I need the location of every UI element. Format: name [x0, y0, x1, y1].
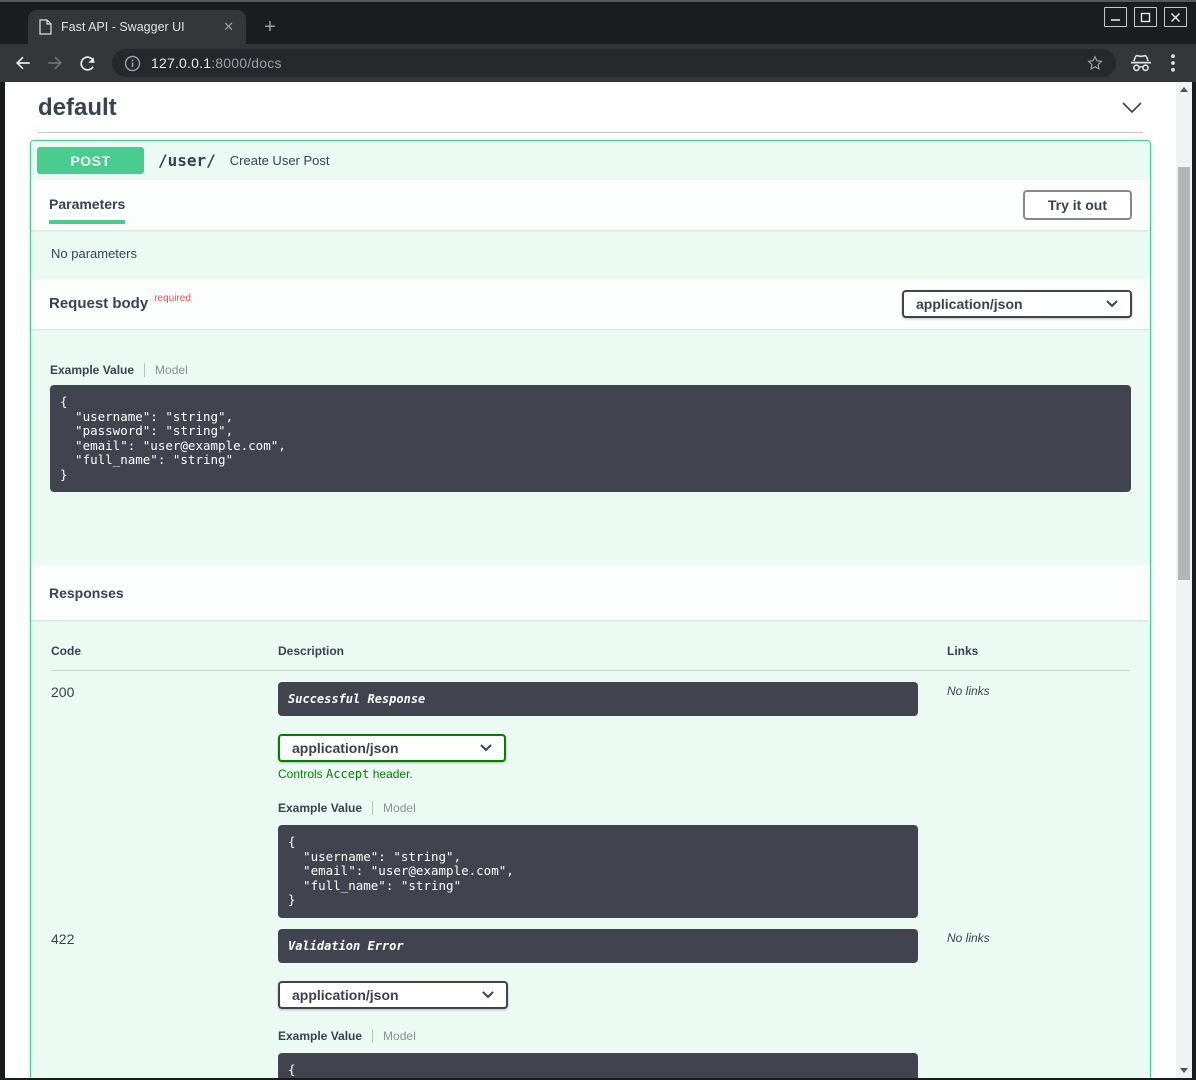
browser-window: Fast API - Swagger UI ✕ +	[0, 0, 1196, 1080]
reload-button[interactable]	[74, 50, 100, 76]
opblock-summary[interactable]: POST /user/ Create User Post	[31, 141, 1150, 180]
section-divider	[38, 132, 1143, 133]
forward-button[interactable]	[42, 50, 68, 76]
response-422-description-cell: Validation Error application/json Exampl…	[278, 929, 947, 1079]
page-favicon-icon	[38, 19, 52, 35]
chevron-down-icon	[482, 991, 494, 999]
tab-separator	[144, 363, 145, 377]
section-title: default	[38, 94, 117, 122]
responses-header: Responses	[31, 565, 1150, 620]
tab-parameters[interactable]: Parameters	[49, 186, 125, 224]
browser-toolbar: 127.0.0.1:8000/docs	[0, 44, 1196, 82]
method-badge: POST	[37, 147, 144, 174]
request-body-header: Request body required application/json	[31, 279, 1150, 329]
endpoint-summary: Create User Post	[230, 153, 330, 168]
try-it-out-button[interactable]: Try it out	[1023, 190, 1132, 220]
request-body-title: Request body	[49, 295, 148, 312]
url-host: 127.0.0.1	[151, 55, 211, 71]
table-header-divider	[51, 670, 1130, 671]
response-200-description: Successful Response	[278, 682, 918, 716]
tab-title: Fast API - Swagger UI	[61, 20, 212, 34]
tab-separator	[372, 1029, 373, 1043]
responses-table-header: Code Description Links	[51, 644, 1130, 670]
browser-tab[interactable]: Fast API - Swagger UI ✕	[28, 10, 246, 44]
required-label: required	[154, 293, 191, 304]
response-422-links: No links	[947, 929, 1130, 945]
bookmark-star-icon[interactable]	[1086, 54, 1104, 72]
tab-strip: Fast API - Swagger UI ✕ +	[0, 4, 1196, 44]
minimize-button[interactable]	[1104, 7, 1127, 27]
scrollbar-up-arrow[interactable]	[1176, 82, 1192, 97]
col-header-links: Links	[947, 644, 1130, 658]
tab-example-value[interactable]: Example Value	[278, 1029, 362, 1043]
back-button[interactable]	[10, 50, 36, 76]
no-parameters-text: No parameters	[31, 230, 1150, 279]
url-text[interactable]: 127.0.0.1:8000/docs	[151, 55, 1076, 71]
tab-close-icon[interactable]: ✕	[221, 19, 236, 35]
response-200-example-code[interactable]: { "username": "string", "email": "user@e…	[278, 825, 918, 918]
page-content: default POST /user/ Create User Post Par…	[5, 82, 1176, 1078]
response-code-200: 200	[51, 682, 278, 700]
response-200-media-type-select[interactable]: application/json	[278, 734, 506, 762]
browser-menu-button[interactable]	[1160, 50, 1186, 76]
response-row-422: 422 Validation Error application/json Ex…	[51, 929, 1130, 1079]
request-body-example-area: Example Value Model { "username": "strin…	[31, 329, 1150, 565]
response-422-media-type-select[interactable]: application/json	[278, 981, 508, 1009]
response-422-media-type-value: application/json	[292, 987, 399, 1003]
response-200-links: No links	[947, 682, 1130, 698]
col-header-description: Description	[278, 644, 947, 658]
tab-separator	[372, 801, 373, 815]
responses-table: Code Description Links 200 Successful Re…	[31, 620, 1150, 1078]
request-content-type-value: application/json	[916, 296, 1023, 312]
maximize-button[interactable]	[1134, 7, 1157, 27]
responses-title: Responses	[49, 585, 124, 601]
section-collapse-chevron-icon[interactable]	[1121, 101, 1143, 115]
tab-example-value[interactable]: Example Value	[278, 801, 362, 815]
parameters-header: Parameters Try it out	[31, 180, 1150, 230]
opblock-post-user: POST /user/ Create User Post Parameters …	[30, 140, 1151, 1078]
response-code-422: 422	[51, 929, 278, 947]
spacer	[50, 492, 1131, 565]
tab-example-value[interactable]: Example Value	[50, 363, 134, 377]
request-body-example-code[interactable]: { "username": "string", "password": "str…	[50, 385, 1131, 492]
tab-model[interactable]: Model	[383, 801, 416, 815]
response-row-200: 200 Successful Response application/json…	[51, 682, 1130, 918]
api-section-header[interactable]: default	[30, 90, 1151, 132]
response-200-description-cell: Successful Response application/json Con…	[278, 682, 947, 918]
tab-model[interactable]: Model	[383, 1029, 416, 1043]
address-bar[interactable]: 127.0.0.1:8000/docs	[112, 49, 1116, 77]
tab-model[interactable]: Model	[155, 363, 188, 377]
incognito-icon	[1128, 50, 1154, 76]
chevron-down-icon	[1106, 300, 1118, 308]
request-content-type-select[interactable]: application/json	[902, 290, 1132, 318]
new-tab-button[interactable]: +	[258, 16, 282, 40]
response-422-description: Validation Error	[278, 929, 918, 963]
window-controls	[1104, 7, 1187, 27]
response-422-example-code[interactable]: { "detail": [	[278, 1053, 918, 1079]
response-200-media-type-value: application/json	[292, 740, 399, 756]
col-header-code: Code	[51, 644, 278, 658]
close-window-button[interactable]	[1164, 7, 1187, 27]
chevron-down-icon	[480, 744, 492, 752]
page-scrollbar[interactable]	[1176, 82, 1192, 1078]
request-body-title-wrap: Request body required	[49, 295, 191, 313]
url-path: :8000/docs	[211, 55, 282, 71]
scrollbar-down-arrow[interactable]	[1176, 1063, 1192, 1078]
endpoint-path: /user/	[154, 151, 220, 170]
scrollbar-thumb[interactable]	[1178, 167, 1190, 580]
controls-accept-note: Controls Accept header.	[278, 767, 947, 781]
site-info-icon[interactable]	[124, 55, 141, 72]
